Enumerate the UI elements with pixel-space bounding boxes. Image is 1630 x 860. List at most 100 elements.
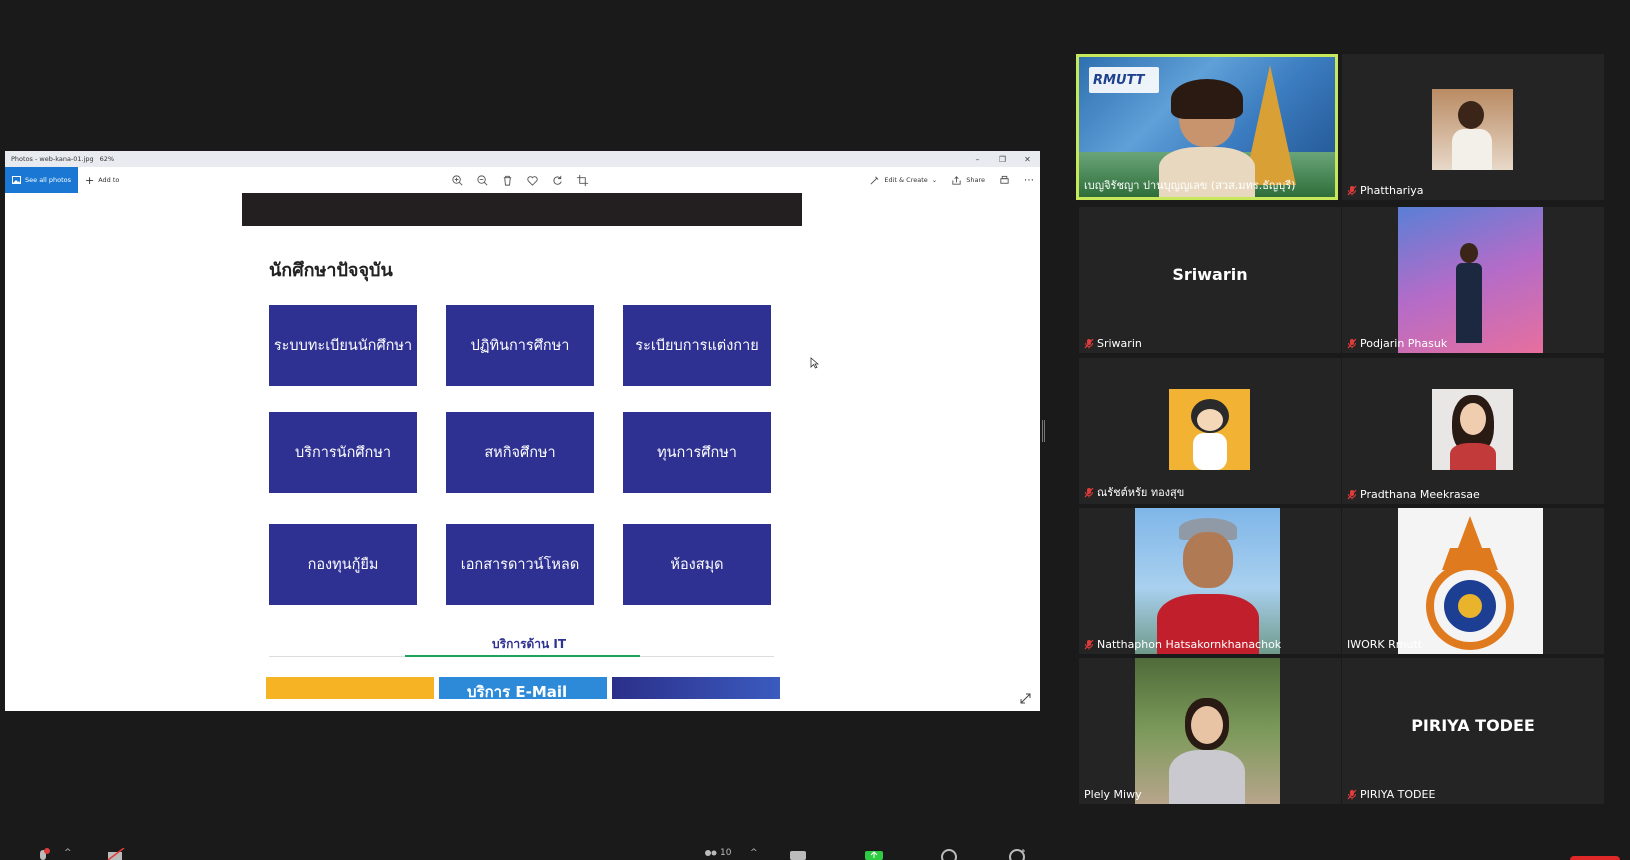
participant-name-text: Phatthariya [1360, 184, 1424, 197]
video-tile-narat[interactable]: ณรัชต์หรัย ทองสุข [1079, 358, 1341, 504]
video-off-icon[interactable] [106, 848, 128, 860]
tile-library[interactable]: ห้องสมุด [623, 524, 771, 605]
avatar [1398, 207, 1543, 353]
see-all-label: See all photos [25, 176, 71, 184]
participant-name-text: Sriwarin [1097, 337, 1142, 350]
window-title: Photos - web-kana-01.jpg [11, 155, 94, 163]
avatar [1135, 508, 1280, 654]
rmutt-logo-text: RMUTT [1093, 72, 1145, 88]
video-tile-podjarin[interactable]: Podjarin Phasuk [1342, 207, 1604, 353]
video-tile-active-speaker[interactable]: RMUTT เบญจิรัชญา ปานบุญญเลข (สวส.มทร.ธัญ… [1076, 54, 1338, 200]
photo-canvas: นักศึกษาปัจจุบัน ระบบทะเบียนนักศึกษา ปฏิ… [5, 193, 1040, 711]
participant-display-name: PIRIYA TODEE [1411, 716, 1535, 735]
muted-mic-icon [1084, 338, 1094, 349]
participant-count: 10 [720, 848, 732, 858]
chevron-up-icon[interactable]: ^ [64, 848, 72, 858]
tile-scholarship[interactable]: ทุนการศึกษา [623, 412, 771, 493]
participant-name: Sriwarin [1084, 337, 1142, 350]
microphone-icon[interactable] [34, 848, 54, 860]
end-meeting-button[interactable] [1570, 856, 1620, 860]
muted-mic-icon [1347, 789, 1357, 800]
participant-name: Natthaphon Hatsakornkhanachok [1084, 638, 1281, 651]
close-icon[interactable]: ✕ [1015, 151, 1040, 167]
video-tile-pradthana[interactable]: Pradthana Meekrasae [1342, 358, 1604, 504]
zoom-in-icon[interactable] [451, 174, 464, 187]
it-banner-3[interactable] [612, 677, 780, 699]
muted-mic-icon [1347, 185, 1357, 196]
participant-name-text: IWORK Rmutt [1347, 638, 1423, 651]
reactions-icon[interactable] [1008, 848, 1028, 860]
favorite-icon[interactable] [526, 174, 539, 187]
crop-icon[interactable] [576, 174, 589, 187]
share-screen-icon[interactable] [864, 848, 884, 860]
delete-icon[interactable] [501, 174, 514, 187]
minimize-icon[interactable]: – [965, 151, 990, 167]
section-title: นักศึกษาปัจจุบัน [269, 260, 393, 281]
muted-mic-icon [1084, 487, 1094, 497]
more-icon[interactable]: ⋯ [1024, 175, 1034, 186]
participant-name: IWORK Rmutt [1347, 638, 1422, 651]
it-services-heading: บริการด้าน IT [492, 637, 567, 651]
active-underline [405, 655, 640, 657]
video-tile-natthaphon[interactable]: Natthaphon Hatsakornkhanachok [1079, 508, 1341, 654]
chat-icon[interactable] [789, 848, 807, 860]
tile-student-loan[interactable]: กองทุนกู้ยืม [269, 524, 417, 605]
restore-icon[interactable]: ❐ [990, 151, 1015, 167]
share-icon [952, 175, 961, 185]
participant-name-text: Pradthana Meekrasae [1360, 488, 1480, 501]
zoom-out-icon[interactable] [476, 174, 489, 187]
participant-name-text: Plely Miwy [1084, 788, 1142, 801]
photos-titlebar: Photos - web-kana-01.jpg 62% – ❐ ✕ [5, 151, 1040, 167]
avatar [1432, 89, 1513, 170]
record-icon[interactable] [940, 848, 958, 860]
email-banner-text: บริการ E-Mail [467, 683, 568, 699]
photos-icon [12, 176, 21, 184]
video-tile-piriya[interactable]: PIRIYA TODEE PIRIYA TODEE [1342, 658, 1604, 804]
website-header-banner [242, 193, 802, 226]
participant-name: เบญจิรัชญา ปานบุญญเลข (สวส.มทร.ธัญบุรี) [1084, 176, 1295, 194]
video-tile-sriwarin[interactable]: Sriwarin Sriwarin [1079, 207, 1341, 353]
print-icon[interactable] [999, 175, 1010, 186]
edit-create-icon [870, 176, 879, 184]
video-tile-plely[interactable]: Plely Miwy [1079, 658, 1341, 804]
tile-dress-code[interactable]: ระเบียบการแต่งกาย [623, 305, 771, 386]
tile-coop-education[interactable]: สหกิจศึกษา [446, 412, 594, 493]
rotate-icon[interactable] [551, 174, 564, 187]
see-all-photos-button[interactable]: See all photos [5, 167, 78, 193]
share-button[interactable]: Share [951, 175, 985, 186]
participant-name-text: ณรัชต์หรัย ทองสุข [1097, 486, 1185, 499]
add-to-label: Add to [98, 176, 120, 184]
participant-name-text: Podjarin Phasuk [1360, 337, 1448, 350]
participant-name-text: Natthaphon Hatsakornkhanachok [1097, 638, 1282, 651]
chevron-down-icon: ⌄ [931, 176, 938, 184]
share-label: Share [966, 176, 985, 184]
expand-icon[interactable] [1019, 692, 1032, 705]
add-to-button[interactable]: + Add to [85, 174, 119, 187]
video-tile-phatthariya[interactable]: Phatthariya [1342, 54, 1604, 200]
zoom-level: 62% [99, 155, 115, 163]
avatar [1169, 389, 1250, 470]
university-seal-image [1398, 508, 1543, 654]
video-tile-iwork[interactable]: IWORK Rmutt [1342, 508, 1604, 654]
participant-display-name: Sriwarin [1172, 265, 1248, 284]
split-resize-handle[interactable] [1042, 420, 1045, 442]
tile-downloads[interactable]: เอกสารดาวน์โหลด [446, 524, 594, 605]
mouse-cursor-icon [810, 357, 819, 369]
university-seal-icon [1426, 516, 1514, 650]
tile-academic-calendar[interactable]: ปฏิทินการศึกษา [446, 305, 594, 386]
chevron-up-icon[interactable]: ^ [750, 848, 758, 858]
tile-registration[interactable]: ระบบทะเบียนนักศึกษา [269, 305, 417, 386]
it-banner-email[interactable]: บริการ E-Mail [439, 677, 607, 699]
shared-photos-window: Photos - web-kana-01.jpg 62% – ❐ ✕ See a… [5, 151, 1040, 711]
edit-create-label: Edit & Create [884, 176, 928, 184]
photos-toolbar: See all photos + Add to Edit & Create ⌄ … [5, 167, 1040, 193]
it-banner-1[interactable] [266, 677, 434, 699]
participants-icon[interactable] [703, 848, 717, 860]
tile-student-services[interactable]: บริการนักศึกษา [269, 412, 417, 493]
participant-name-text: เบญจิรัชญา ปานบุญญเลข (สวส.มทร.ธัญบุรี) [1084, 179, 1296, 192]
participant-name: PIRIYA TODEE [1347, 788, 1435, 801]
participant-name: Pradthana Meekrasae [1347, 488, 1480, 501]
edit-create-button[interactable]: Edit & Create ⌄ [869, 175, 937, 186]
participant-name: ณรัชต์หรัย ทองสุข [1084, 483, 1184, 501]
meeting-controls-bar: ^ 10 ^ [0, 848, 1630, 860]
